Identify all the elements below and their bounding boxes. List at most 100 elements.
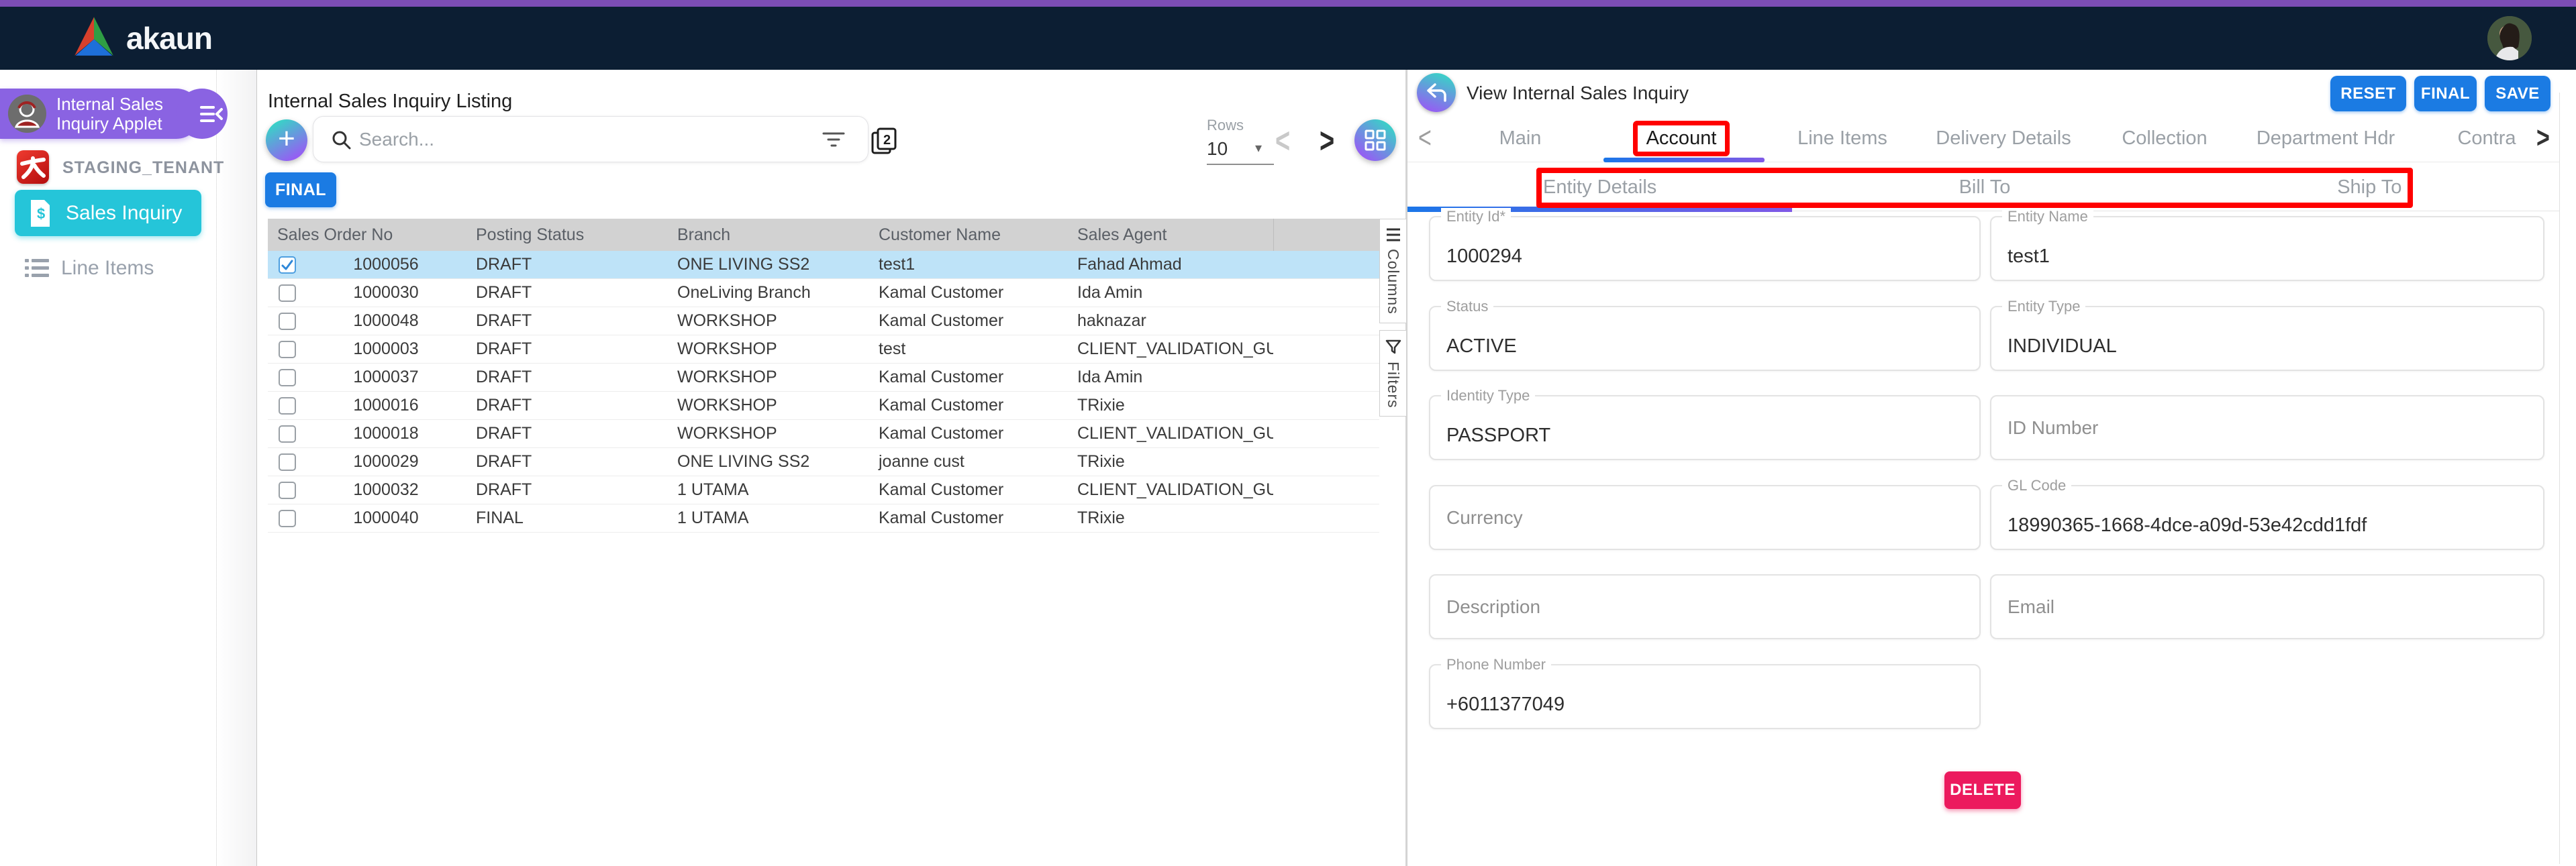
cell-branch: WORKSHOP xyxy=(668,368,869,387)
rows-per-page-control[interactable]: Rows 10 ▾ xyxy=(1207,117,1281,165)
tab-line-items[interactable]: Line Items xyxy=(1762,115,1923,162)
subtab-bill-to[interactable]: Bill To xyxy=(1792,162,2177,212)
row-checkbox[interactable] xyxy=(279,341,296,358)
table-row[interactable]: 1000048DRAFTWORKSHOPKamal Customerhaknaz… xyxy=(268,307,1379,335)
column-header[interactable]: Sales Agent xyxy=(1068,225,1273,245)
cell-agent: Ida Amin xyxy=(1068,368,1273,387)
row-checkbox[interactable] xyxy=(279,256,296,274)
columns-icon xyxy=(1385,227,1401,242)
cell-branch: 1 UTAMA xyxy=(668,480,869,500)
row-checkbox[interactable] xyxy=(279,510,296,527)
brand-name: akaun xyxy=(126,20,212,56)
app-window: akaun Inter xyxy=(0,0,2576,866)
tab-account[interactable]: Account xyxy=(1601,115,1762,162)
duplicate-page-icon[interactable]: 2 xyxy=(870,126,899,156)
delete-button[interactable]: DELETE xyxy=(1944,771,2021,809)
detail-tabs-row: < MainAccountLine ItemsDelivery DetailsC… xyxy=(1407,115,2559,162)
field-currency[interactable]: Currency xyxy=(1429,485,1981,550)
cell-order_no: 1000037 xyxy=(305,368,466,387)
cell-customer: Kamal Customer xyxy=(869,368,1068,387)
grid-view-button[interactable] xyxy=(1354,119,1396,161)
final-button[interactable]: FINAL xyxy=(2414,76,2477,111)
row-checkbox[interactable] xyxy=(279,313,296,330)
applet-avatar-icon xyxy=(8,95,46,133)
subtab-ship-to[interactable]: Ship To xyxy=(2177,162,2562,212)
table-row[interactable]: 1000016DRAFTWORKSHOPKamal CustomerTRixie xyxy=(268,392,1379,420)
search-box[interactable]: Search... xyxy=(313,116,869,162)
tenant-label: STAGING_TENANT xyxy=(62,158,224,178)
cell-posting_status: DRAFT xyxy=(466,424,668,443)
field-status[interactable]: StatusACTIVE xyxy=(1429,306,1981,371)
field-label: Entity Type xyxy=(2002,298,2085,315)
row-checkbox[interactable] xyxy=(279,369,296,386)
cell-branch: WORKSHOP xyxy=(668,396,869,415)
final-filter-button[interactable]: FINAL xyxy=(265,172,336,207)
field-entity-type[interactable]: Entity TypeINDIVIDUAL xyxy=(1990,306,2544,371)
sidebar-item-line-items[interactable]: Line Items xyxy=(25,254,213,283)
cell-branch: ONE LIVING SS2 xyxy=(668,452,869,472)
sidebar-item-sales-inquiry[interactable]: $ Sales Inquiry xyxy=(15,190,201,236)
add-record-button[interactable]: + xyxy=(266,119,307,161)
column-header[interactable]: Sales Order No xyxy=(268,225,466,245)
field-value: +6011377049 xyxy=(1446,694,1565,716)
table-row[interactable]: 1000056DRAFTONE LIVING SS2test1Fahad Ahm… xyxy=(268,251,1379,279)
back-button[interactable] xyxy=(1417,73,1456,112)
pagination-next-icon[interactable]: > xyxy=(1320,121,1334,162)
row-checkbox[interactable] xyxy=(279,482,296,499)
tab-delivery-details[interactable]: Delivery Details xyxy=(1923,115,2084,162)
tabs-scroll-right-icon[interactable]: > xyxy=(2536,121,2550,156)
table-row[interactable]: 1000018DRAFTWORKSHOPKamal CustomerCLIENT… xyxy=(268,420,1379,448)
field-entity-id[interactable]: Entity Id*1000294 xyxy=(1429,216,1981,281)
cell-agent: TRixie xyxy=(1068,508,1273,528)
tab-department-hdr[interactable]: Department Hdr xyxy=(2245,115,2406,162)
sidebar-item-tenant[interactable]: STAGING_TENANT xyxy=(0,149,216,186)
columns-tab[interactable]: Columns xyxy=(1379,219,1406,323)
field-placeholder: Currency xyxy=(1446,507,1523,529)
applet-badge[interactable]: Internal Sales Inquiry Applet xyxy=(0,89,201,139)
table-row[interactable]: 1000040FINAL1 UTAMAKamal CustomerTRixie xyxy=(268,504,1379,533)
tab-main[interactable]: Main xyxy=(1440,115,1601,162)
row-checkbox[interactable] xyxy=(279,397,296,415)
tabs-scroll-left-icon[interactable]: < xyxy=(1418,121,1432,156)
cell-order_no: 1000029 xyxy=(305,452,466,472)
cell-posting_status: FINAL xyxy=(466,508,668,528)
tab-collection[interactable]: Collection xyxy=(2084,115,2245,162)
table-row[interactable]: 1000032DRAFT1 UTAMAKamal CustomerCLIENT_… xyxy=(268,476,1379,504)
cell-branch: ONE LIVING SS2 xyxy=(668,255,869,274)
row-checkbox[interactable] xyxy=(279,453,296,471)
table-row[interactable]: 1000037DRAFTWORKSHOPKamal CustomerIda Am… xyxy=(268,364,1379,392)
sidebar-collapse-icon[interactable] xyxy=(199,101,224,127)
user-avatar[interactable] xyxy=(2487,16,2532,60)
field-id-number[interactable]: ID Number xyxy=(1990,395,2544,460)
table-header: Sales Order NoPosting StatusBranchCustom… xyxy=(268,219,1379,251)
column-header[interactable]: Posting Status xyxy=(466,225,668,245)
field-identity-type[interactable]: Identity TypePASSPORT xyxy=(1429,395,1981,460)
cell-order_no: 1000048 xyxy=(305,311,466,331)
pagination-prev-icon[interactable]: < xyxy=(1275,121,1290,162)
tab-contra[interactable]: Contra xyxy=(2406,115,2534,162)
rows-value[interactable]: 10 xyxy=(1207,138,1281,160)
subtab-entity-details[interactable]: Entity Details xyxy=(1407,162,1792,212)
field-placeholder: Description xyxy=(1446,596,1540,618)
row-checkbox[interactable] xyxy=(279,425,296,443)
field-entity-name[interactable]: Entity Nametest1 xyxy=(1990,216,2544,281)
column-header[interactable]: Customer Name xyxy=(869,225,1068,245)
field-description[interactable]: Description xyxy=(1429,574,1981,639)
brand-triangle-icon xyxy=(70,14,118,62)
cell-order_no: 1000056 xyxy=(305,255,466,274)
table-row[interactable]: 1000029DRAFTONE LIVING SS2joanne custTRi… xyxy=(268,448,1379,476)
field-phone-number[interactable]: Phone Number+6011377049 xyxy=(1429,664,1981,729)
field-value: 1000294 xyxy=(1446,246,1522,268)
field-value: INDIVIDUAL xyxy=(2008,335,2117,358)
table-row[interactable]: 1000030DRAFTOneLiving BranchKamal Custom… xyxy=(268,279,1379,307)
filter-list-icon[interactable] xyxy=(822,130,845,149)
reset-button[interactable]: RESET xyxy=(2330,76,2406,111)
field-gl-code[interactable]: GL Code18990365-1668-4dce-a09d-53e42cdd1… xyxy=(1990,485,2544,550)
field-email[interactable]: Email xyxy=(1990,574,2544,639)
column-header[interactable]: Branch xyxy=(668,225,869,245)
row-checkbox[interactable] xyxy=(279,284,296,302)
table-row[interactable]: 1000003DRAFTWORKSHOPtestCLIENT_VALIDATIO… xyxy=(268,335,1379,364)
cell-order_no: 1000030 xyxy=(305,283,466,303)
save-button[interactable]: SAVE xyxy=(2485,76,2550,111)
filters-tab[interactable]: Filters xyxy=(1379,330,1406,417)
